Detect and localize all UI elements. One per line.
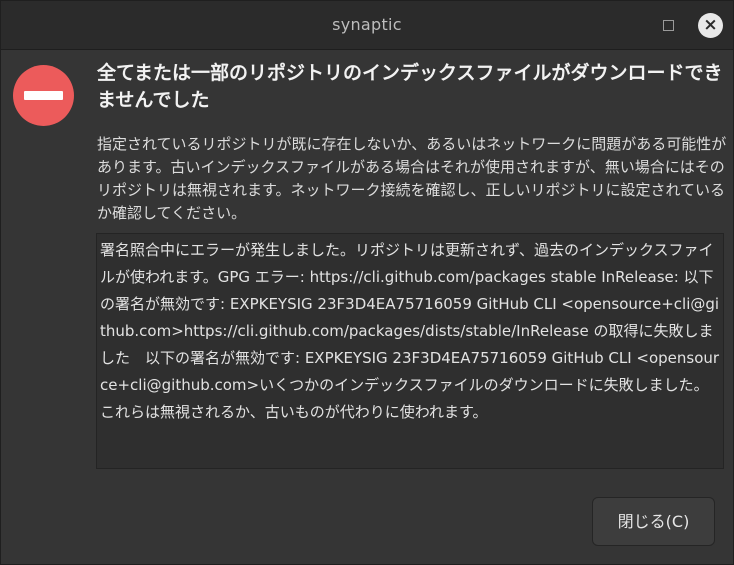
window-title: synaptic (332, 15, 402, 34)
details-text: 署名照合中にエラーが発生しました。リポジトリは更新されず、過去のインデックスファ… (100, 241, 720, 421)
dialog-window: synaptic × 全てまたは一部のリポジトリのインデックスファイルがダウンロ… (0, 0, 734, 565)
close-icon[interactable]: × (698, 13, 723, 38)
details-textview[interactable]: 署名照合中にエラーが発生しました。リポジトリは更新されず、過去のインデックスファ… (96, 233, 724, 469)
error-icon-bar (24, 91, 63, 100)
dialog-description: 指定されているリポジトリが既に存在しないか、あるいはネットワークに問題がある可能… (97, 135, 727, 222)
titlebar[interactable]: synaptic × (1, 1, 733, 50)
maximize-icon[interactable] (663, 20, 674, 31)
close-button[interactable]: 閉じる(C) (592, 497, 715, 546)
dialog-headline: 全てまたは一部のリポジトリのインデックスファイルがダウンロードできませんでした (97, 62, 723, 111)
error-icon (13, 65, 74, 126)
